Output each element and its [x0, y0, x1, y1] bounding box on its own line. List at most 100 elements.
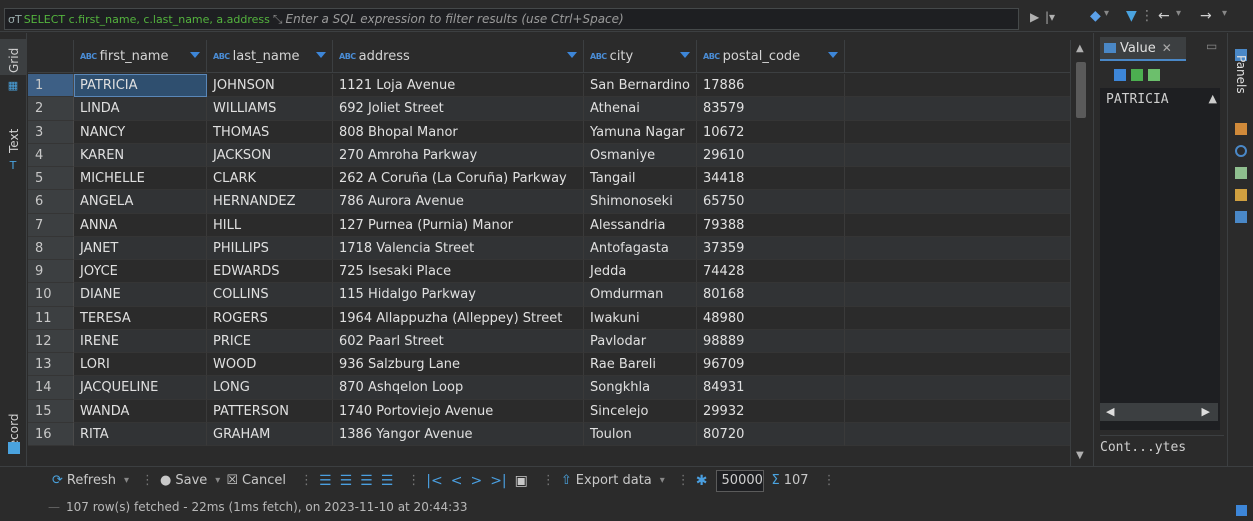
cell-last-name[interactable]: WOOD	[207, 353, 333, 377]
refresh-dropdown-icon[interactable]: ▾	[124, 475, 129, 486]
row-number[interactable]: 1	[28, 74, 74, 98]
cell-city[interactable]: Yamuna Nagar	[584, 120, 697, 144]
eraser-icon[interactable]: ◆	[1090, 8, 1101, 24]
cell-city[interactable]: Athenai	[584, 97, 697, 121]
table-row[interactable]: 10 DIANE COLLINS 115 Hidalgo Parkway Omdurma…	[28, 283, 1070, 307]
table-row[interactable]: 1 PATRICIA JOHNSON 1121 Loja Avenue San Bern…	[28, 74, 1070, 98]
table-row[interactable]: 3 NANCY THOMAS 808 Bhopal Manor Yamuna Nagar…	[28, 120, 1070, 144]
table-row[interactable]: 14 JACQUELINE LONG 870 Ashqelon Loop Songkhl…	[28, 376, 1070, 400]
table-row[interactable]: 12 IRENE PRICE 602 Paarl Street Pavlodar 9888…	[28, 329, 1070, 353]
table-row[interactable]: 15 WANDA PATTERSON 1740 Portoviejo Avenue Si…	[28, 399, 1070, 423]
cell-city[interactable]: San Bernardino	[584, 74, 697, 98]
close-icon[interactable]: ✕	[1162, 41, 1172, 55]
column-header-last-name[interactable]: ABC last_name	[207, 40, 333, 73]
tab-record[interactable]: Record	[0, 403, 27, 463]
cell-first-name[interactable]: NANCY	[74, 120, 207, 144]
apply-filter-icon[interactable]: ▶	[1030, 10, 1039, 24]
cell-first-name[interactable]: WANDA	[74, 399, 207, 423]
cell-address[interactable]: 870 Ashqelon Loop	[333, 376, 584, 400]
cell-address[interactable]: 127 Purnea (Purnia) Manor	[333, 213, 584, 237]
cell-postal-code[interactable]: 48980	[697, 306, 845, 330]
cell-last-name[interactable]: PATTERSON	[207, 399, 333, 423]
cell-address[interactable]: 1964 Allappuzha (Alleppey) Street	[333, 306, 584, 330]
cell-last-name[interactable]: CLARK	[207, 167, 333, 191]
cell-first-name[interactable]: MICHELLE	[74, 167, 207, 191]
cell-city[interactable]: Shimonoseki	[584, 190, 697, 214]
cell-last-name[interactable]: WILLIAMS	[207, 97, 333, 121]
cell-city[interactable]: Osmaniye	[584, 143, 697, 167]
refresh-button[interactable]: ⟳ Refresh	[52, 473, 116, 488]
save-dropdown-icon[interactable]: ▾	[215, 475, 220, 486]
value-scroll-up-icon[interactable]: ▲	[1209, 92, 1217, 105]
cell-city[interactable]: Iwakuni	[584, 306, 697, 330]
cell-last-name[interactable]: PRICE	[207, 329, 333, 353]
panel-toggle-icon[interactable]	[1236, 505, 1247, 516]
calc-icon[interactable]	[1235, 145, 1247, 157]
table-row[interactable]: 5 MICHELLE CLARK 262 A Coruña (La Coruña) P…	[28, 167, 1070, 191]
cell-address[interactable]: 808 Bhopal Manor	[333, 120, 584, 144]
cell-postal-code[interactable]: 80168	[697, 283, 845, 307]
export-data-button[interactable]: ⇧ Export data	[561, 473, 652, 488]
table-row[interactable]: 2 LINDA WILLIAMS 692 Joliet Street Athenai 83…	[28, 97, 1070, 121]
cell-first-name[interactable]: LORI	[74, 353, 207, 377]
cell-last-name[interactable]: COLLINS	[207, 283, 333, 307]
cell-city[interactable]: Alessandria	[584, 213, 697, 237]
cell-first-name[interactable]: KAREN	[74, 143, 207, 167]
settings-icon[interactable]: ✱	[696, 473, 708, 489]
table-row[interactable]: 9 JOYCE EDWARDS 725 Isesaki Place Jedda 74428	[28, 260, 1070, 284]
column-header-city[interactable]: ABC city	[584, 40, 697, 73]
cell-first-name[interactable]: IRENE	[74, 329, 207, 353]
forward-icon[interactable]: →	[1200, 8, 1212, 24]
cell-last-name[interactable]: THOMAS	[207, 120, 333, 144]
table-row[interactable]: 6 ANGELA HERNANDEZ 786 Aurora Avenue Shimono…	[28, 190, 1070, 214]
cell-postal-code[interactable]: 83579	[697, 97, 845, 121]
cell-city[interactable]: Antofagasta	[584, 236, 697, 260]
cell-postal-code[interactable]: 37359	[697, 236, 845, 260]
cell-postal-code[interactable]: 17886	[697, 74, 845, 98]
load-value-icon[interactable]	[1148, 69, 1160, 81]
cell-last-name[interactable]: PHILLIPS	[207, 236, 333, 260]
cell-address[interactable]: 1718 Valencia Street	[333, 236, 584, 260]
cell-postal-code[interactable]: 34418	[697, 167, 845, 191]
table-row[interactable]: 7 ANNA HILL 127 Purnea (Purnia) Manor Alessa…	[28, 213, 1070, 237]
cell-postal-code[interactable]: 79388	[697, 213, 845, 237]
cell-postal-code[interactable]: 80720	[697, 422, 845, 446]
filter-history-icon[interactable]: |▾	[1045, 10, 1055, 24]
value-editor[interactable]: PATRICIA ▲ ▼	[1100, 88, 1220, 430]
save-button[interactable]: ● Save	[160, 473, 207, 488]
cell-address[interactable]: 602 Paarl Street	[333, 329, 584, 353]
scroll-thumb[interactable]	[1076, 62, 1086, 118]
row-number[interactable]: 5	[28, 167, 74, 191]
sort-icon[interactable]	[828, 52, 838, 58]
row-number[interactable]: 3	[28, 120, 74, 144]
cell-city[interactable]: Pavlodar	[584, 329, 697, 353]
cell-postal-code[interactable]: 65750	[697, 190, 845, 214]
cell-last-name[interactable]: JOHNSON	[207, 74, 333, 98]
cell-city[interactable]: Rae Bareli	[584, 353, 697, 377]
filter-input[interactable]: σT SELECT c.first_name, c.last_name, a.a…	[4, 8, 1019, 30]
edit-row-icon[interactable]: ☰	[319, 473, 332, 489]
scroll-up-icon[interactable]: ▲	[1076, 43, 1084, 54]
row-number[interactable]: 4	[28, 143, 74, 167]
cell-first-name[interactable]: TERESA	[74, 306, 207, 330]
table-row[interactable]: 8 JANET PHILLIPS 1718 Valencia Street Antofa…	[28, 236, 1070, 260]
cell-address[interactable]: 1386 Yangor Avenue	[333, 422, 584, 446]
export-dropdown-icon[interactable]: ▾	[660, 475, 665, 486]
cell-city[interactable]: Jedda	[584, 260, 697, 284]
table-row[interactable]: 13 LORI WOOD 936 Salzburg Lane Rae Bareli 967…	[28, 353, 1070, 377]
cell-last-name[interactable]: HERNANDEZ	[207, 190, 333, 214]
filter-icon[interactable]: ▼	[1126, 8, 1137, 24]
sort-icon[interactable]	[680, 52, 690, 58]
fetch-size-input[interactable]: 50000	[715, 469, 764, 492]
cell-first-name[interactable]: ANGELA	[74, 190, 207, 214]
cell-first-name[interactable]: RITA	[74, 422, 207, 446]
cell-address[interactable]: 270 Amroha Parkway	[333, 143, 584, 167]
scroll-left-icon[interactable]: ◀	[1106, 405, 1114, 418]
panels-label[interactable]: Panels	[1234, 55, 1248, 94]
cell-postal-code[interactable]: 29932	[697, 399, 845, 423]
row-number[interactable]: 13	[28, 353, 74, 377]
cell-first-name[interactable]: JACQUELINE	[74, 376, 207, 400]
cell-address[interactable]: 725 Isesaki Place	[333, 260, 584, 284]
add-row-icon[interactable]: ☰	[340, 473, 353, 489]
delete-row-icon[interactable]: ☰	[381, 473, 394, 489]
